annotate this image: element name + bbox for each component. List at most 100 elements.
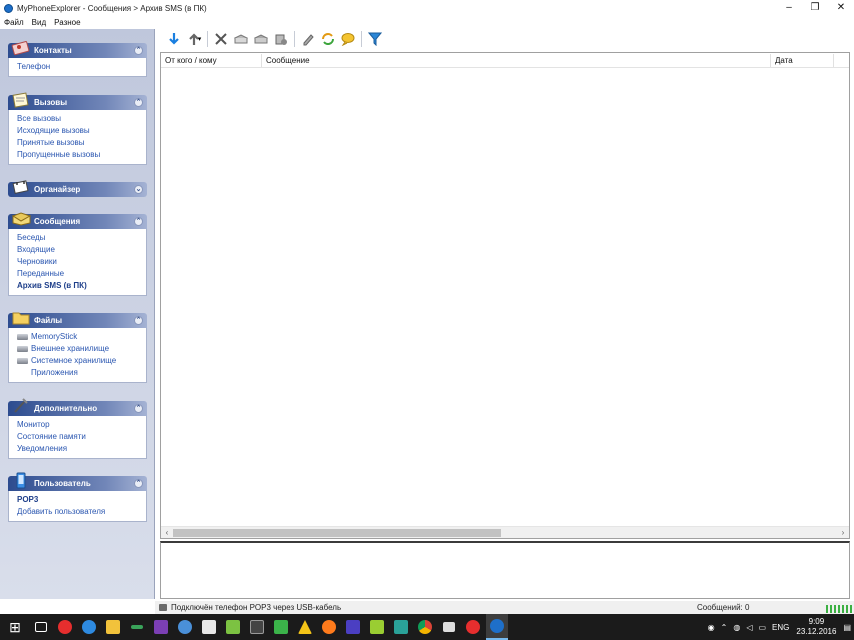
scroll-left-icon[interactable]: ‹ <box>161 527 173 539</box>
horizontal-scrollbar[interactable]: ‹ › <box>161 526 849 538</box>
tray-chevron-icon[interactable]: ⌃ <box>721 623 728 632</box>
menu-misc[interactable]: Разное <box>54 18 80 27</box>
group-header-contacts[interactable]: Контакты ⌃ <box>8 41 147 58</box>
yandex-browser-icon[interactable] <box>54 614 76 640</box>
sidebar-item-sent[interactable]: Переданные <box>17 268 146 280</box>
scrollbar-thumb[interactable] <box>173 529 501 537</box>
message-preview-pane[interactable] <box>160 541 850 599</box>
sidebar-item-inbox[interactable]: Входящие <box>17 244 146 256</box>
export-icon[interactable] <box>271 29 291 49</box>
sidebar-item-external-storage[interactable]: Внешнее хранилище <box>17 343 146 355</box>
tray-volume-icon[interactable]: ◁ <box>746 623 752 632</box>
reply-icon[interactable] <box>231 29 251 49</box>
delete-x-icon[interactable] <box>211 29 231 49</box>
android-app-icon[interactable] <box>222 614 244 640</box>
refresh-sync-icon[interactable] <box>318 29 338 49</box>
sidebar-item-memorystick[interactable]: MemoryStick <box>17 331 146 343</box>
chat-bubble-icon[interactable] <box>338 29 358 49</box>
sidebar-item-add-user[interactable]: Добавить пользователя <box>17 506 146 518</box>
column-header-message[interactable]: Сообщение <box>262 53 770 68</box>
media-app-icon[interactable] <box>150 614 172 640</box>
sidebar-item-sms-archive[interactable]: Архив SMS (в ПК) <box>17 280 146 292</box>
menu-view[interactable]: Вид <box>32 18 46 27</box>
minimize-button[interactable]: – <box>776 0 802 16</box>
toolbar-separator <box>294 31 295 47</box>
collapse-icon[interactable]: ⌃ <box>134 404 143 413</box>
collapse-icon[interactable]: ⌃ <box>134 98 143 107</box>
sidebar-item-outgoing-calls[interactable]: Исходящие вызовы <box>17 125 146 137</box>
expand-icon[interactable]: ⌄ <box>134 185 143 194</box>
sidebar-item-received-calls[interactable]: Принятые вызовы <box>17 137 146 149</box>
window-app-icon[interactable] <box>438 614 460 640</box>
document-app-icon[interactable] <box>198 614 220 640</box>
sidebar-item-conversations[interactable]: Беседы <box>17 232 146 244</box>
group-body-contacts: Телефон <box>8 58 147 77</box>
sidebar-item-system-storage[interactable]: Системное хранилище <box>17 355 146 367</box>
column-header-date[interactable]: Дата <box>771 53 833 68</box>
tray-battery-icon[interactable]: ▭ <box>758 623 766 632</box>
sidebar-item-notifications[interactable]: Уведомления <box>17 443 146 455</box>
dropdown-arrow-icon[interactable]: ▾ <box>198 35 202 43</box>
connection-status-text: Подключён телефон POP3 через USB-кабель <box>171 603 342 612</box>
group-header-organizer[interactable]: Органайзер ⌄ <box>8 180 147 197</box>
group-header-files[interactable]: Файлы ⌃ <box>8 312 147 328</box>
notifications-icon[interactable]: ▤ <box>843 623 851 632</box>
sidebar-item-drafts[interactable]: Черновики <box>17 256 146 268</box>
group-calls: Вызовы ⌃ Все вызовы Исходящие вызовы При… <box>8 92 147 165</box>
sidebar-item-label: Приложения <box>31 368 78 377</box>
maximize-button[interactable]: ❐ <box>802 0 828 16</box>
column-header-sender[interactable]: От кого / кому <box>161 53 261 68</box>
forward-icon[interactable] <box>251 29 271 49</box>
edit-pen-icon[interactable] <box>298 29 318 49</box>
collapse-icon[interactable]: ⌃ <box>134 316 143 325</box>
start-button[interactable]: ⊞ <box>0 614 30 640</box>
group-extra: Дополнительно ⌃ Монитор Состояние памяти… <box>8 398 147 459</box>
language-indicator[interactable]: ENG <box>772 623 789 632</box>
yandex-app-icon[interactable] <box>462 614 484 640</box>
group-header-user[interactable]: Пользователь ⌃ <box>8 472 147 491</box>
sidebar-item-missed-calls[interactable]: Пропущенные вызовы <box>17 149 146 161</box>
warning-app-icon[interactable] <box>294 614 316 640</box>
menu-file[interactable]: Файл <box>4 18 24 27</box>
edge-browser-icon[interactable] <box>78 614 100 640</box>
sidebar-item-phone[interactable]: Телефон <box>17 61 146 73</box>
sidebar-item-all-calls[interactable]: Все вызовы <box>17 113 146 125</box>
collapse-icon[interactable]: ⌃ <box>134 46 143 55</box>
sidebar-item-memory-status[interactable]: Состояние памяти <box>17 431 146 443</box>
firefox-browser-icon[interactable] <box>318 614 340 640</box>
chrome-browser-icon[interactable] <box>414 614 436 640</box>
feather-app-icon[interactable] <box>342 614 364 640</box>
group-header-extra[interactable]: Дополнительно ⌃ <box>8 398 147 416</box>
connection-status: Подключён телефон POP3 через USB-кабель <box>159 601 341 614</box>
download-arrow-icon[interactable] <box>164 29 184 49</box>
android-tool-icon[interactable] <box>366 614 388 640</box>
filter-funnel-icon[interactable] <box>365 29 385 49</box>
status-bar: Подключён телефон POP3 через USB-кабель … <box>155 601 854 614</box>
list-header: От кого / кому Сообщение Дата <box>161 53 849 68</box>
group-messages: Сообщения ⌃ Беседы Входящие Черновики Пе… <box>8 212 147 296</box>
task-view-icon[interactable] <box>30 614 52 640</box>
tray-wifi-icon[interactable]: ◍ <box>733 623 740 632</box>
upload-arrow-icon[interactable]: ▾ <box>184 29 204 49</box>
network-tool-icon[interactable] <box>126 614 148 640</box>
sidebar-item-monitor[interactable]: Монитор <box>17 419 146 431</box>
organizer-calendar-icon <box>12 180 29 194</box>
collapse-icon[interactable]: ⌃ <box>134 217 143 226</box>
file-explorer-icon[interactable] <box>102 614 124 640</box>
search-app-icon[interactable] <box>174 614 196 640</box>
tray-network-icon[interactable]: ◉ <box>708 623 715 632</box>
sidebar-item-pop3[interactable]: POP3 <box>17 494 146 506</box>
image-viewer-icon[interactable] <box>390 614 412 640</box>
message-list[interactable]: От кого / кому Сообщение Дата ‹ › <box>160 52 850 539</box>
myphoneexplorer-taskbar-icon[interactable] <box>486 614 508 640</box>
scroll-right-icon[interactable]: › <box>837 527 849 539</box>
column-divider[interactable] <box>833 54 834 67</box>
group-header-messages[interactable]: Сообщения ⌃ <box>8 212 147 229</box>
group-header-calls[interactable]: Вызовы ⌃ <box>8 92 147 110</box>
clock[interactable]: 9:09 23.12.2016 <box>796 617 836 637</box>
sidebar-item-apps[interactable]: Приложения <box>17 367 146 379</box>
terminal-app-icon[interactable] <box>246 614 268 640</box>
green-app-icon[interactable] <box>270 614 292 640</box>
collapse-icon[interactable]: ⌃ <box>134 479 143 488</box>
close-button[interactable]: ✕ <box>828 0 854 16</box>
